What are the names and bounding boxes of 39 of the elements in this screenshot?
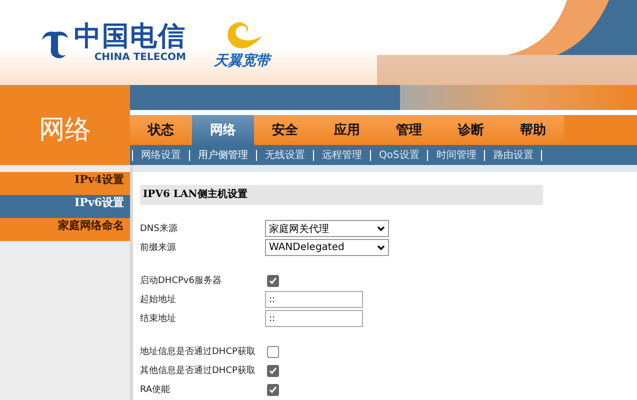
- subnav-link[interactable]: 时间管理: [427, 150, 484, 160]
- input-field[interactable]: ::: [265, 310, 363, 327]
- nav-tab[interactable]: 安全: [254, 115, 316, 145]
- sidebar-item[interactable]: 家庭网络命名: [0, 218, 130, 241]
- field-label: RA使能: [140, 384, 172, 396]
- subnav-link[interactable]: 远程管理: [313, 150, 370, 160]
- field-label: 启动DHCPv6服务器: [140, 274, 222, 287]
- field-label: 起始地址: [140, 294, 177, 306]
- brand-name: 天翼宽带: [214, 52, 270, 70]
- field-label: 地址信息是否通过DHCP获取: [140, 346, 256, 358]
- field-label: 结束地址: [140, 312, 177, 325]
- checkbox[interactable]: [267, 384, 279, 396]
- chevron-icon: [377, 244, 385, 250]
- checkbox[interactable]: [267, 346, 279, 358]
- nav-tab[interactable]: 帮助: [502, 115, 564, 145]
- nav-tab[interactable]: 网络: [192, 115, 254, 145]
- chevron-icon: [377, 226, 385, 232]
- checkbox[interactable]: [267, 274, 279, 286]
- checkbox[interactable]: [267, 364, 279, 376]
- nav-tab[interactable]: 管理: [378, 115, 440, 145]
- field-label: DNS来源: [140, 222, 178, 235]
- dropdown[interactable]: 家庭网关代理: [265, 220, 389, 237]
- panel-title: IPV6 LAN侧主机设置: [140, 185, 543, 205]
- subnav-link[interactable]: QoS设置: [370, 150, 428, 160]
- nav-tab[interactable]: 状态: [130, 115, 192, 145]
- field-label: 其他信息是否通过DHCP获取: [140, 364, 256, 377]
- field-label: 前缀来源: [140, 242, 177, 254]
- subnav-link[interactable]: 网络设置: [132, 150, 189, 160]
- sidebar-item[interactable]: IPv6设置: [0, 195, 130, 218]
- logo-subtitle: CHINA TELECOM: [94, 52, 186, 63]
- nav-tab[interactable]: 诊断: [440, 115, 502, 145]
- section-title: 网络: [39, 114, 91, 147]
- sidebar-item[interactable]: IPv4设置: [0, 172, 130, 195]
- dropdown[interactable]: WANDelegated: [265, 239, 389, 256]
- logo-title: 中国电信: [74, 22, 186, 52]
- subnav-link[interactable]: 用户侧管理: [189, 150, 256, 160]
- nav-tab[interactable]: 应用: [316, 115, 378, 145]
- input-field[interactable]: ::: [265, 291, 363, 308]
- subnav-link[interactable]: 无线设置: [256, 150, 313, 160]
